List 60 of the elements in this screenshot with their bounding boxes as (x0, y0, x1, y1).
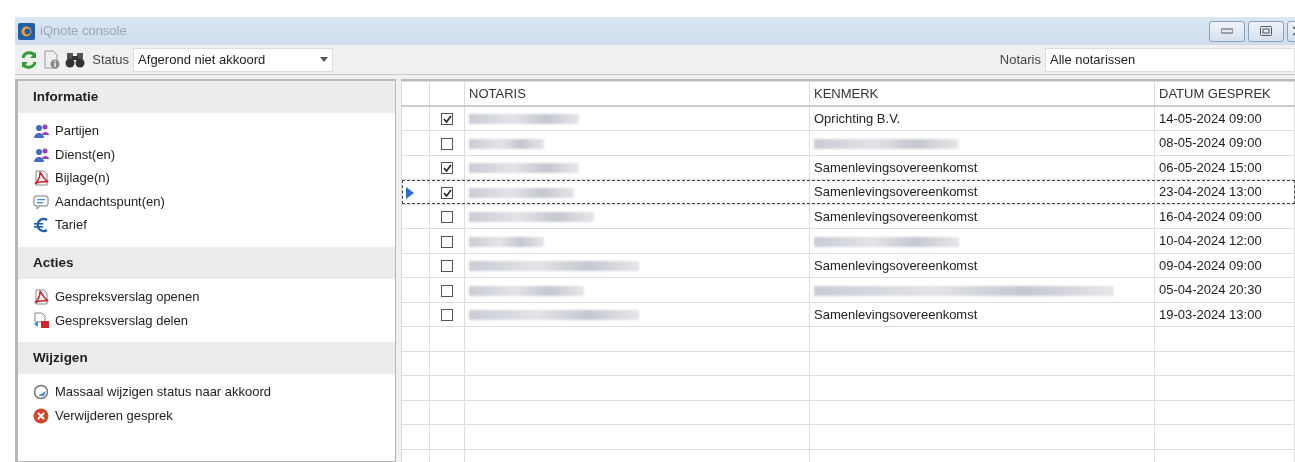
table-cell: Samenlevingsovereenkomst (814, 159, 978, 175)
sidebar-item[interactable]: Massaal wijzigen status naar akkoord (33, 382, 380, 402)
status-change-icon (33, 384, 49, 400)
table-cell: Oprichting B.V. (814, 110, 901, 126)
minimize-icon (1220, 28, 1233, 34)
table-cell: 10-04-2024 12:00 (1159, 233, 1262, 248)
sidebar-item[interactable]: Dienst(en) (33, 144, 380, 165)
table-cell: 08-05-2024 09:00 (1159, 135, 1262, 150)
table-cell: Samenlevingsovereenkomst (814, 257, 978, 273)
table-cell: 05-04-2024 20:30 (1159, 282, 1262, 297)
table-cell: 19-03-2024 13:00 (1159, 306, 1262, 322)
caret-icon (320, 57, 329, 62)
checkbox[interactable] (441, 113, 453, 126)
pdf-icon (33, 288, 49, 305)
binoculars-icon[interactable] (65, 50, 85, 69)
sidebar-item[interactable]: Gespreksverslag delen (33, 310, 380, 330)
status-label: Status (92, 50, 130, 69)
notaris-dropdown[interactable]: Alle notarissen (1045, 47, 1295, 72)
sidebar-item[interactable]: Verwijderen gesprek (33, 405, 380, 426)
table-cell: 06-05-2024 15:00 (1159, 159, 1262, 175)
checkbox[interactable] (441, 186, 453, 199)
checkbox[interactable] (441, 137, 453, 150)
checkbox[interactable] (441, 211, 453, 224)
table-cell: Samenlevingsovereenkomst (814, 184, 978, 199)
checkbox[interactable] (441, 235, 453, 248)
sidebar-item[interactable]: Aandachtspunt(en) (33, 191, 380, 212)
table-cell: 14-05-2024 09:00 (1159, 110, 1262, 126)
section-header: Acties (18, 246, 395, 279)
column-header: NOTARIS (464, 81, 810, 106)
table-cell: 23-04-2024 13:00 (1159, 184, 1262, 199)
notaris-label: Notaris (999, 50, 1041, 69)
table-cell: Samenlevingsovereenkomst (814, 306, 978, 322)
people-icon (33, 123, 49, 139)
window-title: iQnote console (40, 22, 127, 41)
checkbox[interactable] (441, 284, 453, 297)
sidebar-item[interactable]: Partijen (33, 121, 380, 141)
column-header: DATUM GESPREK (1154, 81, 1295, 106)
sidebar-item[interactable]: Gespreksverslag openen (33, 287, 380, 307)
app-logo-icon (18, 22, 35, 40)
pdf-icon (33, 170, 49, 186)
checkbox[interactable] (441, 162, 453, 175)
document-share-icon (33, 312, 49, 329)
section-header: Wijzigen (18, 342, 395, 375)
comment-icon (33, 193, 49, 210)
refresh-icon[interactable] (19, 49, 39, 70)
delete-icon (33, 407, 49, 424)
sidebar-item[interactable]: Bijlage(n) (33, 168, 380, 188)
people-icon (33, 146, 49, 163)
checkbox[interactable] (441, 260, 453, 273)
column-header: KENMERK (809, 81, 1155, 106)
euro-icon (33, 217, 49, 233)
maximize-button[interactable] (1247, 20, 1284, 42)
table-cell: 16-04-2024 09:00 (1159, 208, 1262, 224)
section-header: Informatie (18, 81, 395, 114)
table-cell: 09-04-2024 09:00 (1159, 257, 1262, 273)
table-cell: Samenlevingsovereenkomst (814, 208, 978, 224)
sidebar-item[interactable]: Tarief (33, 215, 380, 235)
maximize-icon (1259, 26, 1272, 36)
checkbox[interactable] (441, 309, 453, 322)
status-dropdown[interactable]: Afgerond niet akkoord (133, 47, 334, 72)
